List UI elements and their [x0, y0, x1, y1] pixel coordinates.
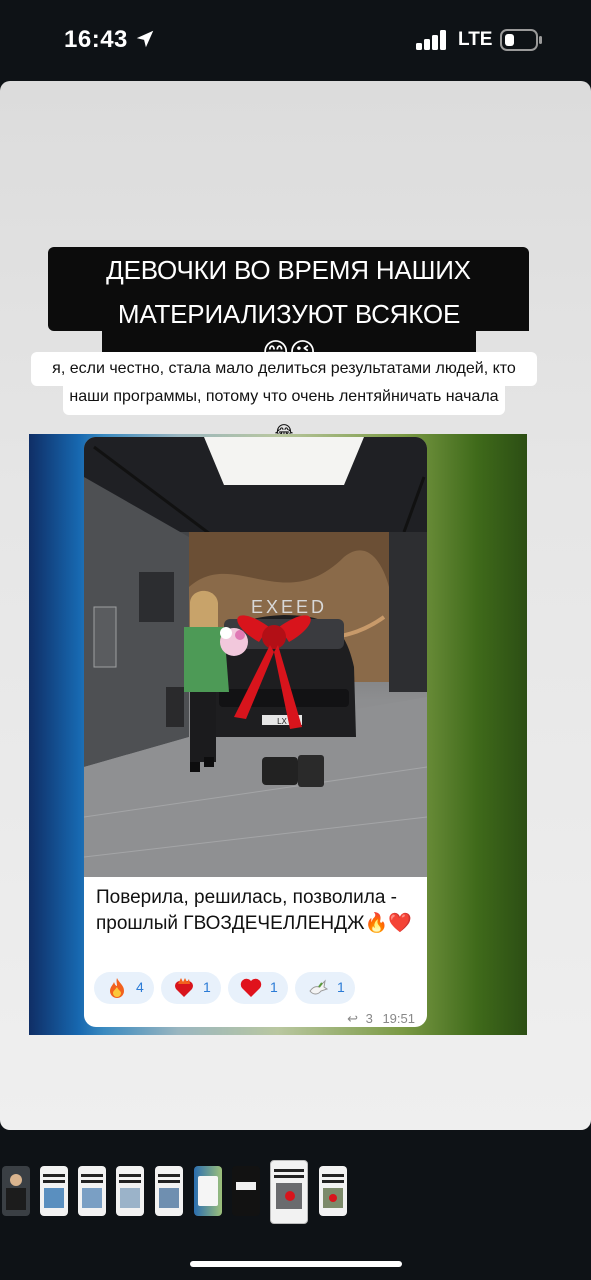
status-bar: 16:43 LTE — [0, 0, 591, 80]
story-thumbnail[interactable] — [78, 1166, 106, 1216]
chat-screenshot: EXEED LX Поверила, решилась, позволила -… — [29, 434, 527, 1035]
battery-icon — [500, 29, 542, 51]
reaction-heart[interactable]: 1 — [228, 972, 288, 1004]
reaction-count: 1 — [270, 979, 278, 995]
heart-icon — [240, 978, 262, 997]
caption-line-2: наши программы, потому что очень лентяйн… — [63, 379, 505, 441]
location-arrow-icon — [136, 30, 154, 48]
dove-icon — [309, 979, 329, 995]
story-thumbnail[interactable] — [319, 1166, 347, 1216]
story-thumbnail[interactable] — [155, 1166, 183, 1216]
network-type: LTE — [458, 29, 493, 50]
fire-icon — [110, 978, 124, 998]
reply-arrow-icon: ↩ — [347, 1011, 358, 1026]
story-card[interactable]: ДЕВОЧКИ ВО ВРЕМЯ НАШИХ ЧЕЛЛЕНДЖЕЙ МАТЕРИ… — [0, 81, 591, 1130]
reaction-count: 1 — [203, 979, 211, 995]
story-thumbnail[interactable] — [2, 1166, 30, 1216]
forward-count: 3 — [365, 1011, 373, 1026]
home-indicator[interactable] — [190, 1261, 402, 1267]
showroom-photo: EXEED LX — [84, 437, 427, 877]
reaction-heart-on-fire[interactable]: 1 — [161, 972, 221, 1004]
license-plate: LX — [277, 717, 287, 726]
story-thumbnails — [0, 1158, 591, 1228]
story-thumbnail[interactable] — [116, 1166, 144, 1216]
message-text: Поверила, решилась, позволила - прошлый … — [96, 887, 412, 934]
message-time: 19:51 — [382, 1011, 415, 1026]
reaction-dove[interactable]: 1 — [295, 972, 355, 1004]
message-bubble: EXEED LX Поверила, решилась, позволила -… — [84, 437, 427, 1027]
reaction-fire[interactable]: 4 — [94, 972, 154, 1004]
signal-bars-icon — [416, 30, 446, 50]
reaction-count: 1 — [337, 979, 345, 995]
story-thumbnail[interactable] — [40, 1166, 68, 1216]
story-thumbnail-active[interactable] — [270, 1160, 308, 1224]
brand-sign: EXEED — [251, 597, 327, 617]
reaction-count: 4 — [136, 979, 144, 995]
story-thumbnail[interactable] — [232, 1166, 260, 1216]
story-thumbnail[interactable] — [194, 1166, 222, 1216]
message-meta: ↩ 3 19:51 — [347, 1011, 415, 1027]
status-time: 16:43 — [64, 26, 128, 53]
heart-on-fire-icon — [175, 978, 193, 997]
